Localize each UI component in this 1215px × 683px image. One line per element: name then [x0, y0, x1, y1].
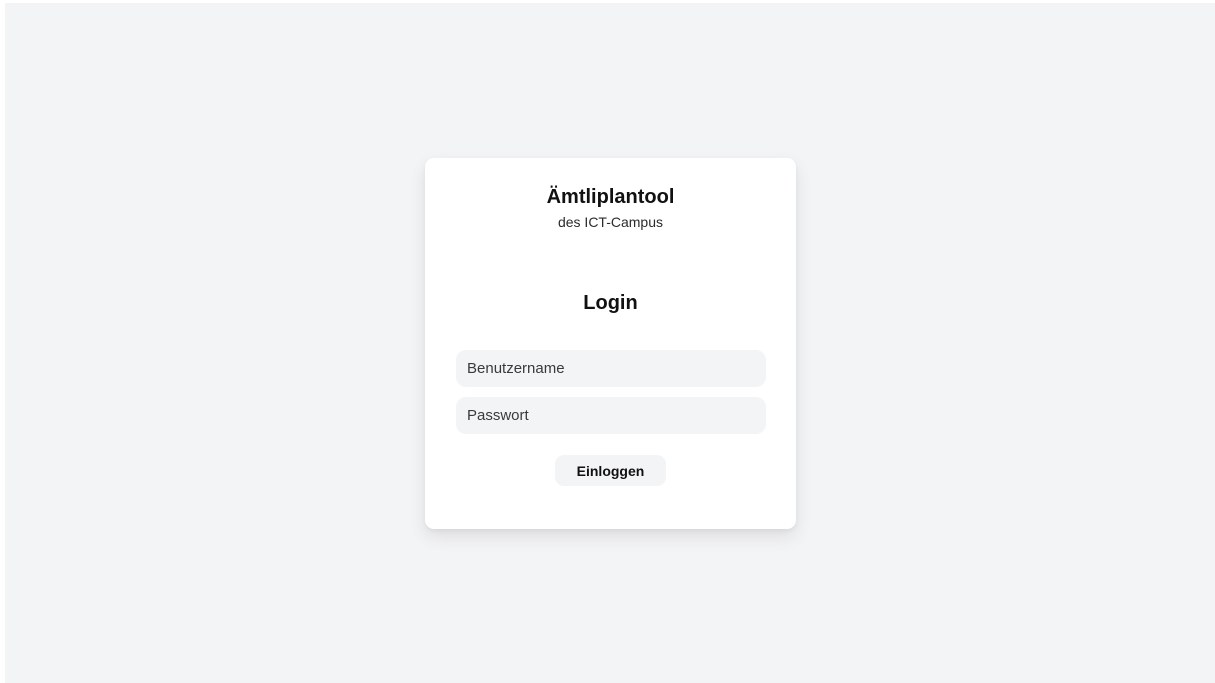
- password-input[interactable]: [456, 397, 766, 434]
- login-heading: Login: [583, 292, 638, 314]
- app-title: Ämtliplantool: [546, 186, 675, 208]
- username-input[interactable]: [456, 350, 766, 387]
- page-background: Ämtliplantool des ICT-Campus Login Einlo…: [5, 3, 1215, 683]
- login-card: Ämtliplantool des ICT-Campus Login Einlo…: [425, 158, 796, 529]
- app-subtitle: des ICT-Campus: [557, 214, 664, 230]
- login-button[interactable]: Einloggen: [555, 455, 666, 486]
